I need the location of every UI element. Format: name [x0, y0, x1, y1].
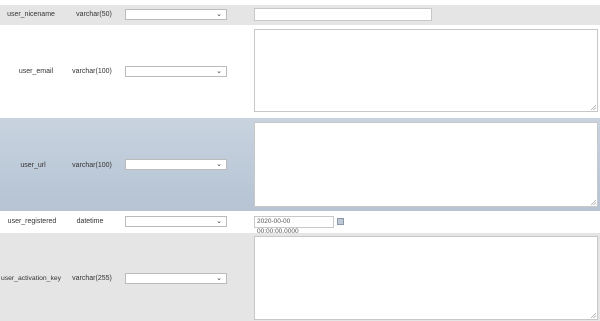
- column-type: varchar(100): [72, 162, 112, 169]
- function-select[interactable]: ⌄: [125, 66, 227, 77]
- column-type: varchar(50): [76, 11, 112, 18]
- datetime-input[interactable]: 2020-00-00 00:00:00.0000: [254, 216, 334, 235]
- function-select[interactable]: ⌄: [125, 273, 227, 284]
- chevron-down-icon: ⌄: [216, 68, 222, 75]
- table-row-user-url: user_url varchar(100) ⌄: [0, 118, 600, 211]
- resize-grip-icon[interactable]: [591, 200, 596, 205]
- column-name: user_url: [20, 162, 46, 169]
- value-textarea[interactable]: [254, 122, 598, 207]
- table-row-user-nicename: user_nicename varchar(50) ⌄: [0, 5, 600, 25]
- column-name: user_registered: [7, 218, 57, 225]
- resize-grip-icon[interactable]: [591, 313, 596, 318]
- column-type: varchar(255): [72, 275, 112, 282]
- function-select[interactable]: ⌄: [125, 216, 227, 227]
- column-name: user_nicename: [7, 11, 55, 18]
- value-textarea[interactable]: [254, 236, 598, 320]
- function-select[interactable]: ⌄: [125, 159, 227, 170]
- table-row-user-registered: user_registered datetime ⌄ 2020-00-00 00…: [0, 213, 600, 235]
- resize-grip-icon[interactable]: [591, 105, 596, 110]
- function-select[interactable]: ⌄: [125, 9, 227, 20]
- chevron-down-icon: ⌄: [216, 11, 222, 18]
- table-row-user-activation-key: user_activation_key varchar(255) ⌄: [0, 233, 600, 321]
- column-name: user_activation_key: [0, 275, 62, 282]
- chevron-down-icon: ⌄: [216, 161, 222, 168]
- table-row-user-email: user_email varchar(100) ⌄: [0, 25, 600, 116]
- column-name: user_email: [18, 68, 54, 75]
- value-textarea[interactable]: [254, 29, 598, 112]
- column-type: datetime: [76, 218, 104, 225]
- value-input[interactable]: [254, 8, 432, 21]
- chevron-down-icon: ⌄: [216, 275, 222, 282]
- chevron-down-icon: ⌄: [216, 218, 222, 225]
- column-type: varchar(100): [72, 68, 112, 75]
- calendar-icon[interactable]: [337, 218, 344, 225]
